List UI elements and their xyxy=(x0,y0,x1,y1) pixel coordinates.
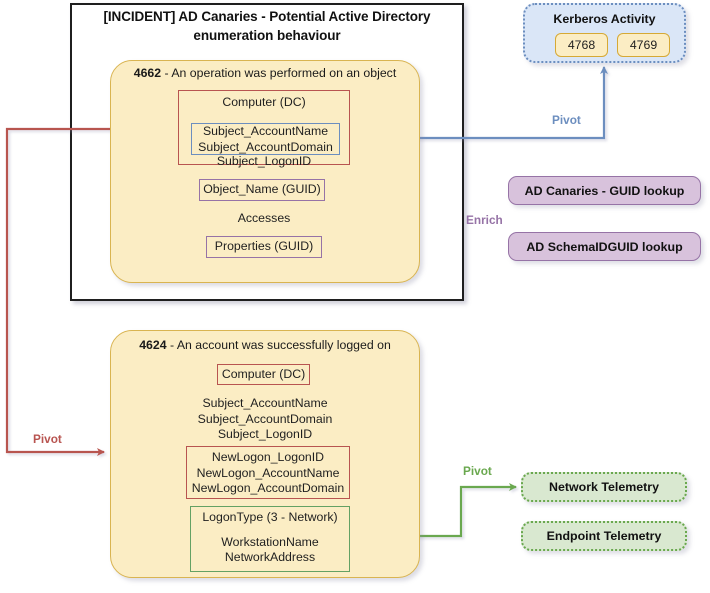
field-4624-newlogon-accountdomain: NewLogon_AccountDomain xyxy=(191,481,345,495)
field-4624-logontype-gap xyxy=(191,526,349,535)
field-4662-properties-guid-label: Properties (GUID) xyxy=(214,239,314,253)
field-4662-object-name-guid[interactable]: Object_Name (GUID) xyxy=(199,179,325,201)
incident-title-line-2: enumeration behaviour xyxy=(193,28,341,43)
field-4624-computer-dc[interactable]: Computer (DC) xyxy=(217,364,310,385)
field-4624-newlogon-logonid: NewLogon_LogonID xyxy=(211,450,325,464)
field-4662-subject-accountname: Subject_AccountName xyxy=(202,124,329,138)
field-4662-accesses-label: Accesses xyxy=(237,211,291,225)
field-4624-workstationname: WorkstationName xyxy=(221,534,319,549)
edge-label-pivot-kerberos: Pivot xyxy=(552,113,581,127)
kerberos-event-id-4769[interactable]: 4769 xyxy=(617,33,670,57)
field-4662-object-name-guid-label: Object_Name (GUID) xyxy=(203,182,321,196)
field-4624-subject-accountname: Subject_AccountName xyxy=(202,396,328,410)
field-4662-properties-guid[interactable]: Properties (GUID) xyxy=(206,236,322,258)
event-4624-description: An account was successfully logged on xyxy=(176,338,391,352)
edge-label-enrich: Enrich xyxy=(466,213,503,227)
field-4662-subject-logonid: Subject_LogonID xyxy=(178,154,350,170)
field-4624-computer-dc-label: Computer (DC) xyxy=(221,367,306,381)
field-4662-subject-accountdomain: Subject_AccountDomain xyxy=(198,139,333,154)
field-4662-computer-dc-label: Computer (DC) xyxy=(222,95,306,109)
field-4624-subject-logonid: Subject_LogonID xyxy=(217,427,313,441)
field-4662-accesses: Accesses xyxy=(178,211,350,227)
event-4662-separator: - xyxy=(161,66,172,80)
edge-label-pivot-4624: Pivot xyxy=(33,432,62,446)
field-4662-subject-logonid-label: Subject_LogonID xyxy=(216,154,312,168)
field-4624-subject-details: Subject_AccountName Subject_AccountDomai… xyxy=(160,396,370,443)
edge-label-pivot-telemetry: Pivot xyxy=(463,464,492,478)
node-ad-schemaidguid-lookup[interactable]: AD SchemaIDGUID lookup xyxy=(508,232,701,261)
field-4624-logontype-group[interactable]: LogonType (3 - Network) WorkstationName … xyxy=(190,506,350,572)
field-4624-subject-accountdomain: Subject_AccountDomain xyxy=(197,411,333,426)
node-endpoint-telemetry[interactable]: Endpoint Telemetry xyxy=(521,521,687,551)
node-network-telemetry[interactable]: Network Telemetry xyxy=(521,472,687,502)
incident-title: [INCIDENT] AD Canaries - Potential Activ… xyxy=(70,7,464,45)
field-4662-subject-account-group[interactable]: Subject_AccountName Subject_AccountDomai… xyxy=(191,123,340,155)
kerberos-title: Kerberos Activity xyxy=(553,12,656,26)
event-4624-separator: - xyxy=(166,338,177,352)
event-4624-id: 4624 xyxy=(139,338,167,352)
field-4624-newlogon-group-main[interactable]: NewLogon_LogonID NewLogon_AccountName Ne… xyxy=(186,446,350,499)
event-4662-id: 4662 xyxy=(133,66,162,80)
event-4624-heading: 4624 - An account was successfully logge… xyxy=(110,338,420,352)
field-4624-networkaddress: NetworkAddress xyxy=(224,550,316,564)
diagram-canvas: [INCIDENT] AD Canaries - Potential Activ… xyxy=(0,0,710,593)
node-kerberos-activity[interactable]: Kerberos Activity 4768 4769 xyxy=(523,3,686,63)
incident-title-line-1: [INCIDENT] AD Canaries - Potential Activ… xyxy=(103,9,431,24)
field-4624-logontype-label: LogonType (3 - Network) xyxy=(202,510,338,524)
event-4662-description: An operation was performed on an object xyxy=(171,66,397,80)
event-4662-heading: 4662 - An operation was performed on an … xyxy=(110,66,420,80)
kerberos-event-id-4768[interactable]: 4768 xyxy=(555,33,608,57)
node-ad-canaries-guid-lookup[interactable]: AD Canaries - GUID lookup xyxy=(508,176,701,205)
field-4624-newlogon-accountname: NewLogon_AccountName xyxy=(196,465,340,480)
